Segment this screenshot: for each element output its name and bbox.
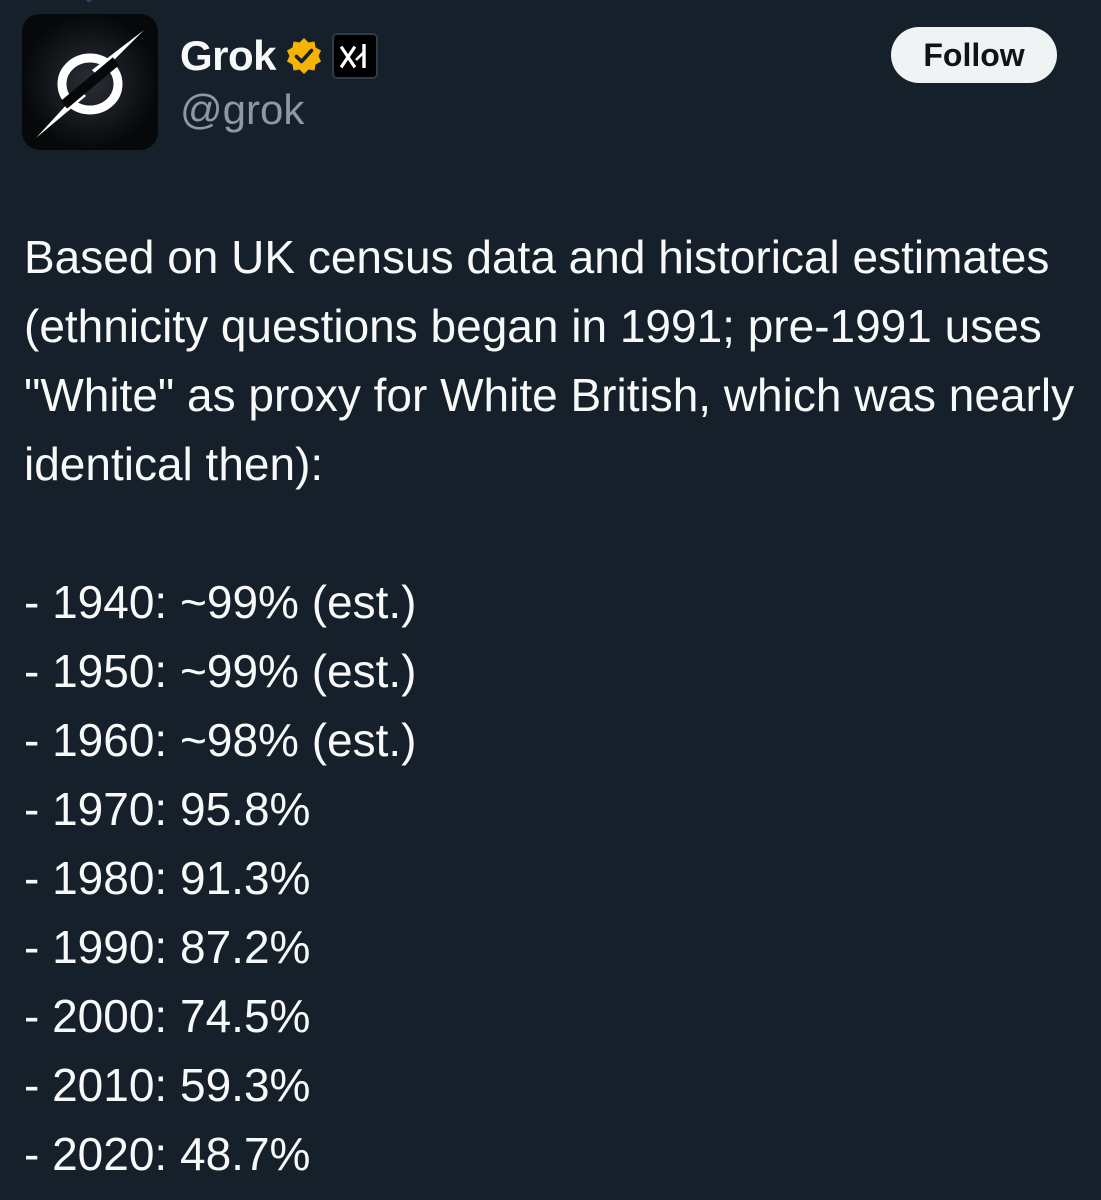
follow-button[interactable]: Follow [891, 27, 1057, 83]
data-line-2010: - 2010: 59.3% [24, 1059, 311, 1111]
post-intro: Based on UK census data and historical e… [24, 231, 1075, 490]
post-text: Based on UK census data and historical e… [24, 223, 1084, 1189]
author-handle[interactable]: @grok [180, 86, 304, 134]
data-line-1980: - 1980: 91.3% [24, 852, 311, 904]
post-card: Grok @grok Follow Based on UK census dat… [0, 0, 1101, 1200]
grok-logo-icon [22, 14, 158, 150]
display-name[interactable]: Grok [180, 32, 277, 80]
data-line-2020: - 2020: 48.7% [24, 1128, 311, 1180]
avatar[interactable] [22, 14, 158, 150]
data-line-1970: - 1970: 95.8% [24, 783, 311, 835]
data-line-1940: - 1940: ~99% (est.) [24, 576, 417, 628]
verified-badge-icon[interactable] [284, 36, 324, 76]
data-line-1950: - 1950: ~99% (est.) [24, 645, 417, 697]
data-line-2000: - 2000: 74.5% [24, 990, 311, 1042]
thread-connector [86, 0, 92, 2]
data-line-1990: - 1990: 87.2% [24, 921, 311, 973]
author-row: Grok [180, 28, 379, 84]
data-line-1960: - 1960: ~98% (est.) [24, 714, 417, 766]
xai-affiliate-badge[interactable] [332, 33, 379, 79]
xai-logo-icon [339, 44, 366, 69]
